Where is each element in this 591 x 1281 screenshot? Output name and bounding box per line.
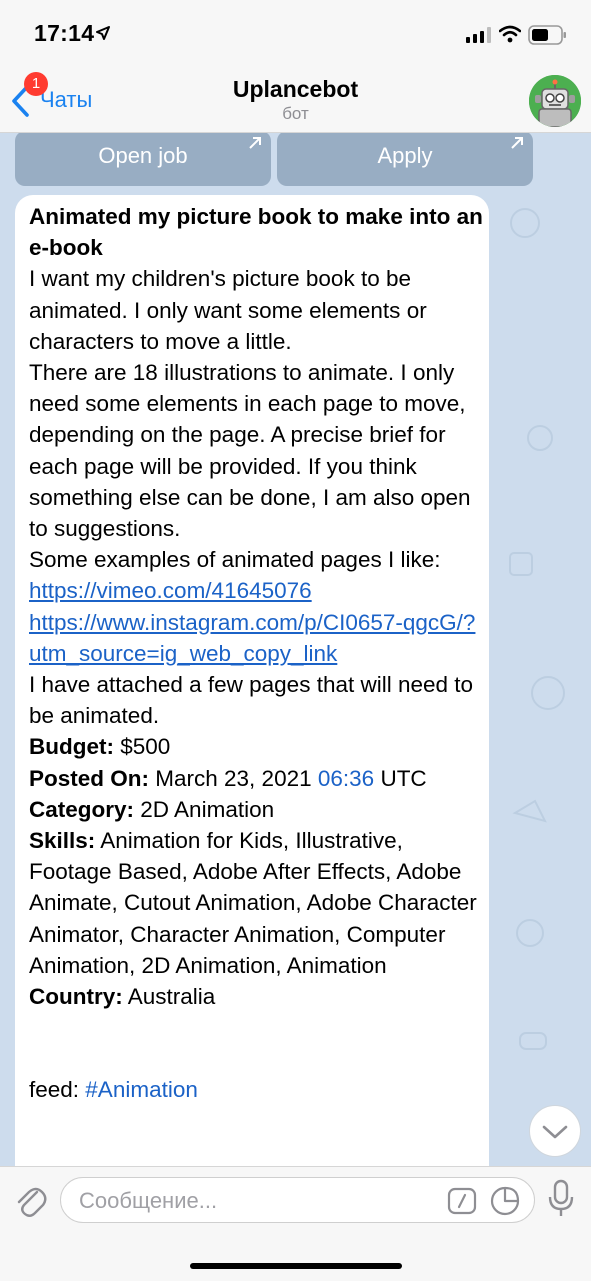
external-link-arrow-icon bbox=[511, 137, 523, 149]
budget-row: Budget: $500 bbox=[29, 731, 484, 762]
message-input[interactable]: Сообщение... bbox=[60, 1177, 535, 1223]
category-value: 2D Animation bbox=[134, 796, 275, 822]
posted-label: Posted On: bbox=[29, 765, 150, 791]
category-row: Category: 2D Animation bbox=[29, 794, 484, 825]
open-job-label: Open job bbox=[98, 143, 188, 168]
message-paragraph: There are 18 illustrations to animate. I… bbox=[29, 360, 471, 542]
chat-subtitle: бот bbox=[282, 104, 309, 123]
location-arrow-icon bbox=[96, 26, 110, 40]
posted-row: Posted On: March 23, 2021 06:36 UTC bbox=[29, 763, 484, 794]
country-row: Country: Australia bbox=[29, 981, 484, 1012]
message-bubble: Animated my picture book to make into an… bbox=[15, 195, 489, 1166]
open-job-button[interactable]: Open job bbox=[15, 133, 271, 186]
chat-area[interactable]: Open job Apply Animated my picture book … bbox=[0, 133, 591, 1166]
budget-value: $500 bbox=[113, 734, 171, 760]
skills-value: Animation for Kids, Illustrative, Footag… bbox=[29, 828, 477, 978]
apply-button[interactable]: Apply bbox=[277, 133, 533, 186]
cellular-signal-icon bbox=[466, 27, 491, 43]
message-input-bar: Сообщение... bbox=[0, 1166, 591, 1281]
status-bar: 17:14 bbox=[0, 0, 591, 70]
instagram-link[interactable]: https://www.instagram.com/p/CI0657-qgcG/… bbox=[29, 610, 475, 666]
feed-hashtag[interactable]: #Animation bbox=[85, 1077, 198, 1102]
skills-label: Skills: bbox=[29, 828, 96, 854]
wifi-icon bbox=[499, 25, 521, 43]
message-paragraph: I want my children's picture book to be … bbox=[29, 266, 427, 354]
bot-command-icon[interactable] bbox=[447, 1187, 477, 1215]
posted-time-link[interactable]: 06:36 bbox=[318, 766, 374, 791]
budget-label: Budget: bbox=[29, 734, 114, 760]
status-time: 17:14 bbox=[34, 20, 95, 46]
paperclip-icon[interactable] bbox=[12, 1180, 48, 1220]
job-title: Animated my picture book to make into an… bbox=[29, 204, 483, 261]
battery-icon bbox=[528, 25, 566, 45]
feed-label: feed: bbox=[29, 1077, 86, 1103]
message-text: Animated my picture book to make into an… bbox=[29, 201, 484, 1105]
posted-timezone: UTC bbox=[374, 765, 427, 791]
external-link-arrow-icon bbox=[249, 137, 261, 149]
category-label: Category: bbox=[29, 796, 135, 822]
chat-header: Чаты 1 Uplancebot бот bbox=[0, 70, 591, 133]
apply-label: Apply bbox=[377, 143, 433, 168]
home-indicator bbox=[190, 1263, 402, 1269]
message-paragraph: I have attached a few pages that will ne… bbox=[29, 672, 474, 729]
sticker-icon[interactable] bbox=[489, 1186, 521, 1216]
message-input-placeholder: Сообщение... bbox=[79, 1188, 218, 1213]
country-label: Country: bbox=[29, 984, 123, 1010]
message-paragraph: Some examples of animated pages I like: bbox=[29, 547, 441, 573]
posted-date: March 23, 2021 bbox=[149, 765, 318, 791]
bot-avatar[interactable] bbox=[529, 75, 581, 127]
feed-row: feed: #Animation bbox=[29, 1074, 484, 1105]
chat-title[interactable]: Uplancebot bbox=[0, 76, 591, 103]
scroll-down-button[interactable] bbox=[529, 1105, 581, 1157]
microphone-icon[interactable] bbox=[548, 1179, 574, 1219]
skills-row: Skills: Animation for Kids, Illustrative… bbox=[29, 825, 484, 981]
country-value: Australia bbox=[122, 984, 216, 1010]
robot-avatar-icon bbox=[529, 75, 581, 127]
vimeo-link[interactable]: https://vimeo.com/41645076 bbox=[29, 578, 312, 603]
chevron-down-icon bbox=[542, 1125, 568, 1139]
